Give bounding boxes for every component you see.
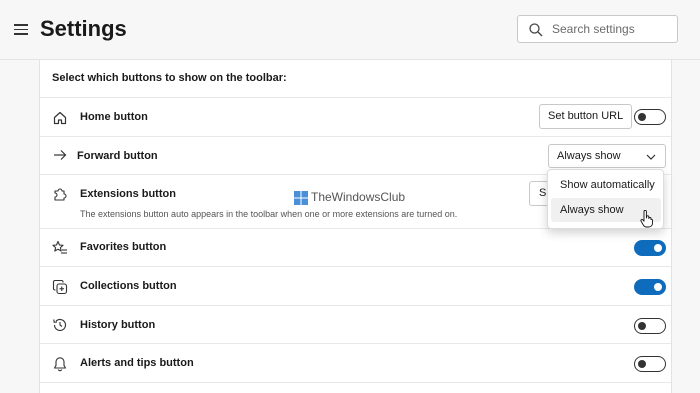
watermark-text: TheWindowsClub	[311, 190, 406, 204]
page-title: Settings	[40, 16, 127, 41]
collections-icon	[52, 279, 68, 295]
setting-description: The extensions button auto appears in th…	[80, 209, 458, 219]
home-icon	[53, 111, 67, 125]
setting-row-next	[40, 382, 671, 393]
hand-cursor-icon	[640, 210, 653, 228]
menu-icon[interactable]	[14, 24, 28, 35]
setting-label: Collections button	[80, 280, 177, 292]
setting-row-collections: Collections button	[40, 266, 671, 305]
bell-icon	[53, 357, 67, 372]
home-button-toggle[interactable]	[634, 109, 666, 125]
history-icon	[53, 318, 67, 331]
windows-club-logo-icon	[294, 191, 308, 205]
setting-row-favorites: Favorites button	[40, 228, 671, 266]
alerts-button-toggle[interactable]	[634, 356, 666, 372]
history-button-toggle[interactable]	[634, 318, 666, 334]
favorites-button-toggle[interactable]	[634, 240, 666, 256]
section-heading: Select which buttons to show on the tool…	[52, 72, 287, 84]
forward-button-select[interactable]: Always show	[548, 144, 666, 168]
chevron-down-icon	[646, 154, 656, 160]
set-button-url-button[interactable]: Set button URL	[539, 104, 633, 129]
setting-label: History button	[80, 319, 156, 331]
setting-row-alerts: Alerts and tips button	[40, 343, 671, 382]
setting-row-history: History button	[40, 305, 671, 343]
collections-button-toggle[interactable]	[634, 279, 666, 295]
setting-row-home: Home button Set button URL	[40, 97, 671, 136]
arrow-right-icon	[54, 150, 67, 160]
settings-header: Settings	[0, 0, 700, 60]
setting-label: Alerts and tips button	[80, 357, 194, 369]
setting-label: Home button	[80, 111, 148, 123]
search-input[interactable]	[552, 20, 672, 38]
setting-label: Favorites button	[80, 241, 167, 253]
search-icon	[529, 23, 543, 37]
puzzle-icon	[54, 188, 67, 201]
dropdown-option-show-automatically[interactable]: Show automatically	[551, 173, 661, 197]
select-value: Always show	[557, 150, 621, 162]
star-list-icon	[52, 240, 67, 254]
search-box[interactable]	[517, 15, 678, 43]
setting-label: Extensions button	[80, 188, 176, 200]
setting-label: Forward button	[77, 150, 158, 162]
